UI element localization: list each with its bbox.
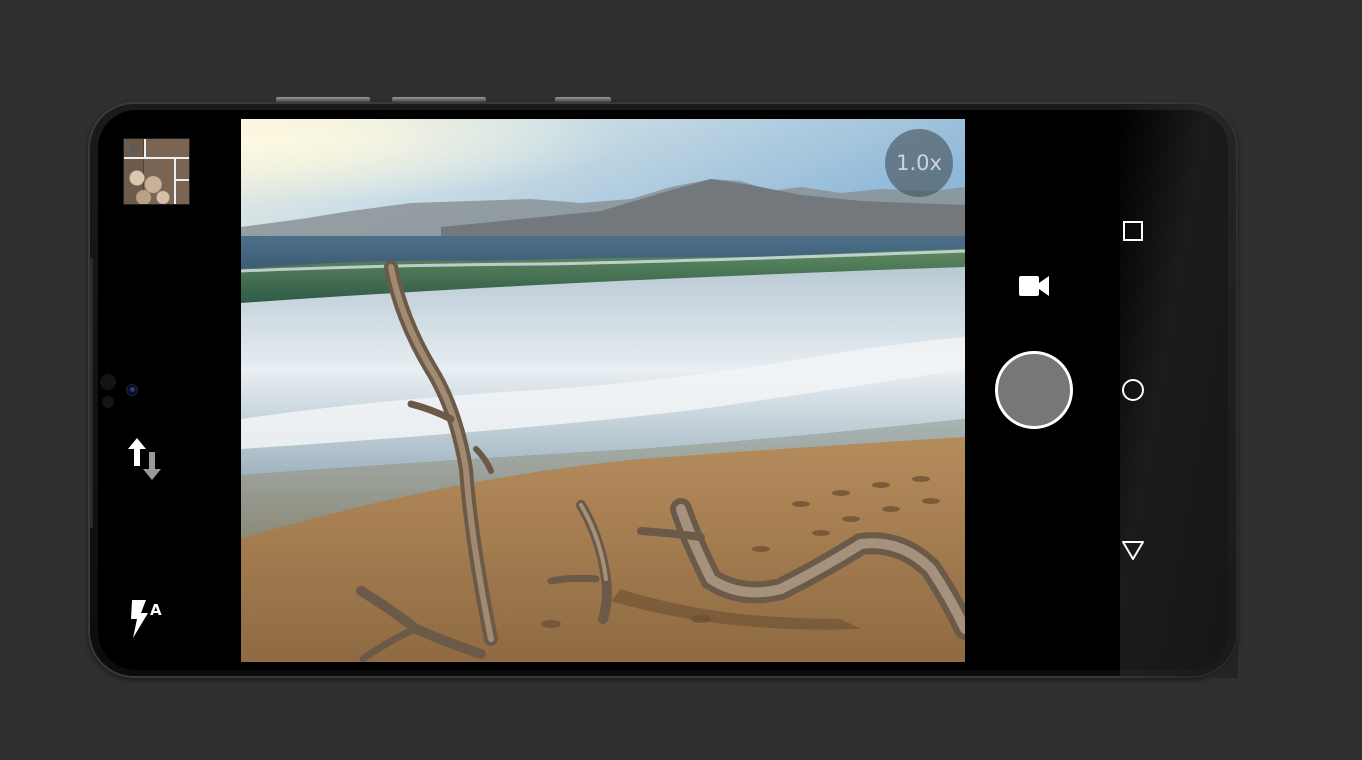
front-camera-lens-icon xyxy=(126,384,138,396)
nav-recents-button[interactable] xyxy=(1120,218,1146,244)
shutter-button[interactable] xyxy=(995,351,1073,429)
sensor-dot xyxy=(100,374,116,390)
flash-auto-button[interactable]: A xyxy=(128,598,168,640)
switch-camera-icon xyxy=(128,438,161,480)
thumbnail-divider xyxy=(174,179,189,181)
viewfinder-scene xyxy=(241,119,965,662)
stage: A 1.0x xyxy=(0,0,1362,760)
triangle-back-icon xyxy=(1122,541,1144,560)
nav-back-button[interactable] xyxy=(1120,537,1146,563)
nav-home-button[interactable] xyxy=(1120,377,1146,403)
switch-camera-button[interactable] xyxy=(126,436,166,482)
video-camera-icon xyxy=(1019,276,1049,296)
zoom-level-indicator[interactable]: 1.0x xyxy=(885,129,953,197)
phone-edge-detail xyxy=(90,258,93,528)
flash-auto-icon: A xyxy=(131,600,162,638)
sensor-dot xyxy=(102,396,114,408)
thumbnail-divider xyxy=(124,157,189,159)
camera-viewfinder[interactable] xyxy=(241,119,965,662)
video-mode-button[interactable] xyxy=(1016,272,1052,300)
square-recents-icon xyxy=(1123,221,1143,241)
thumbnail-divider xyxy=(144,139,146,157)
gallery-thumbnail[interactable] xyxy=(123,138,190,205)
svg-text:A: A xyxy=(150,601,162,619)
front-camera xyxy=(96,372,146,412)
circle-home-icon xyxy=(1122,379,1144,401)
